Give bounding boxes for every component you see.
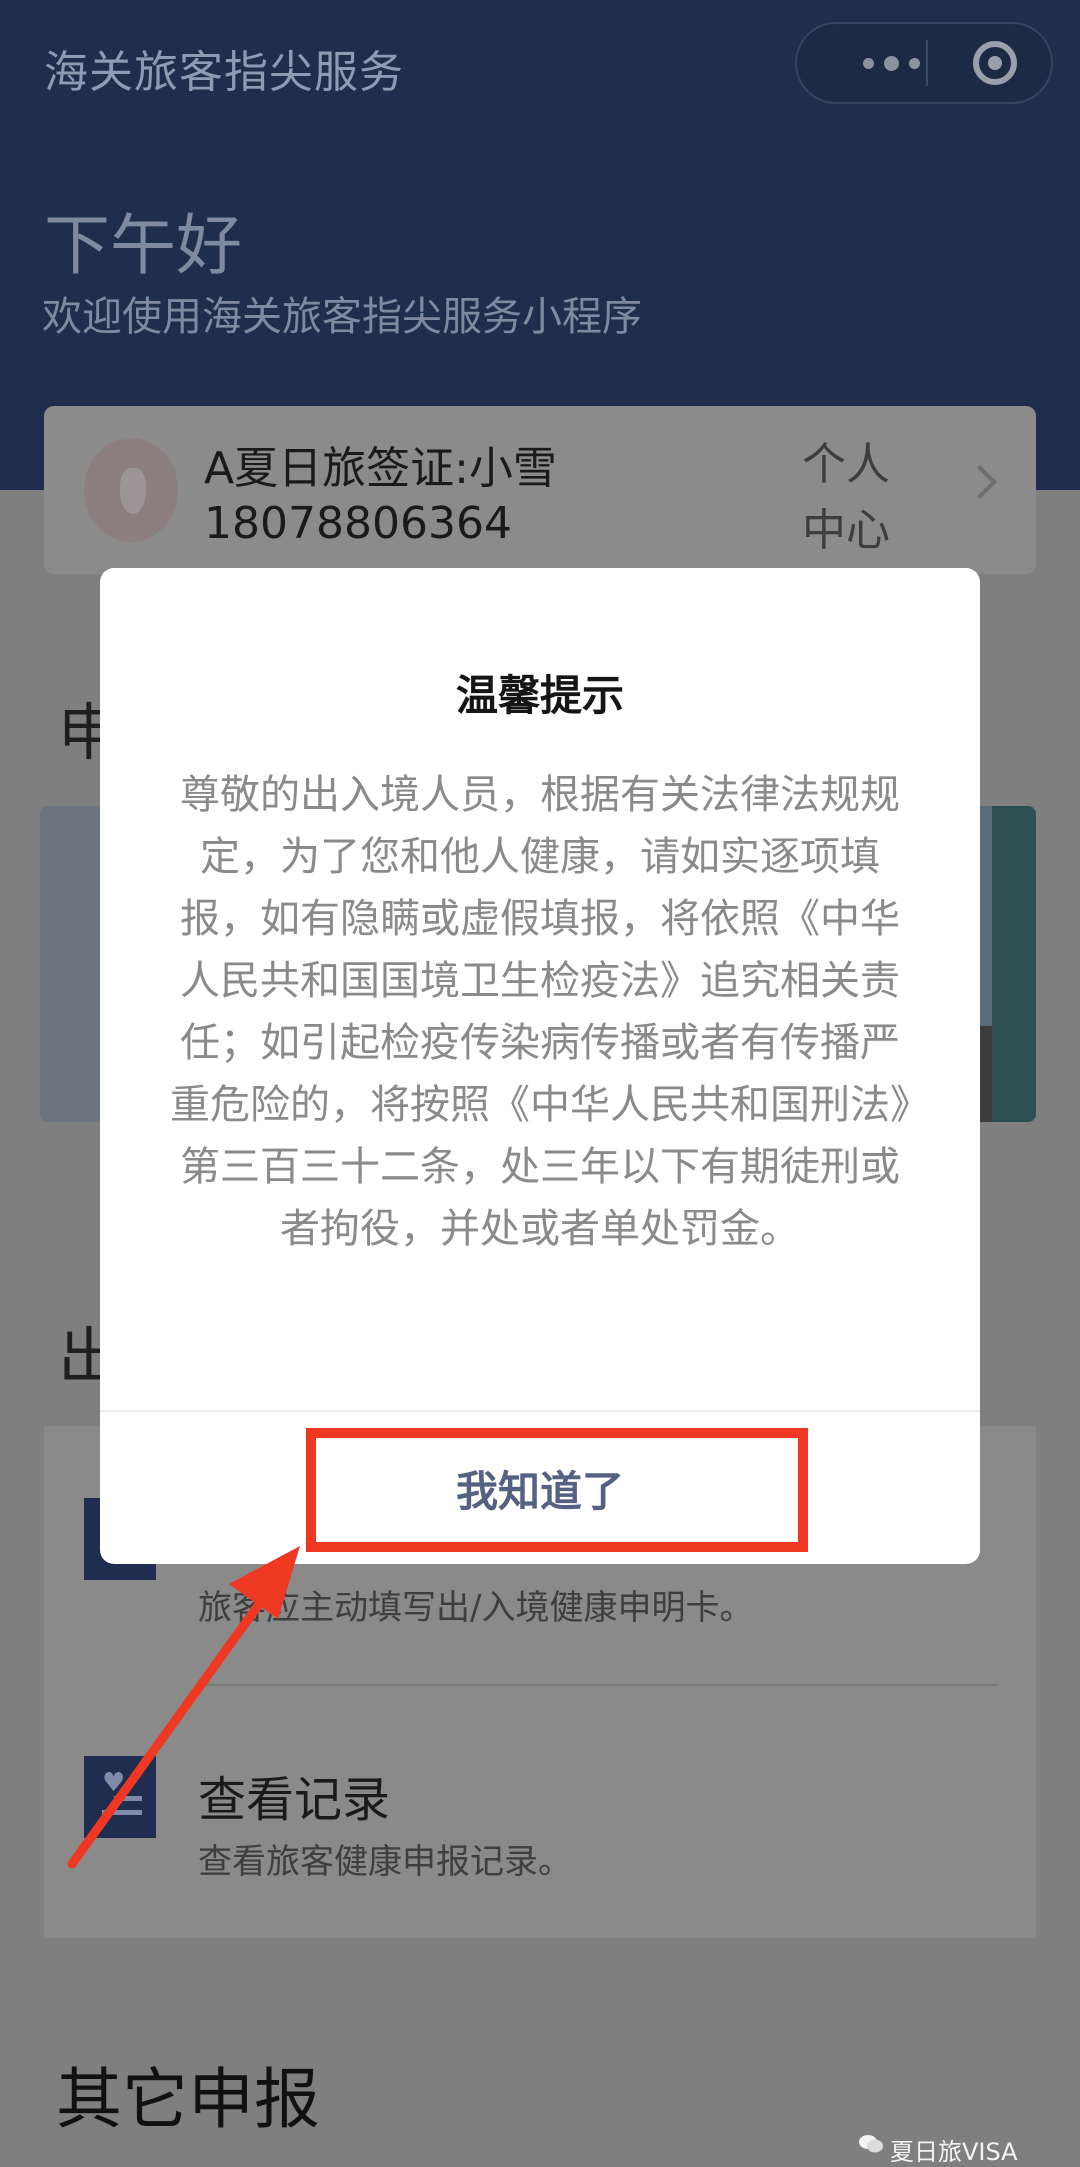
capsule-divider <box>926 40 928 86</box>
user-name: A夏日旅签证:小雪 <box>204 443 557 494</box>
dialog-message: 尊敬的出入境人员，根据有关法律法规规定，为了您和他人健康，请如实逐项填报，如有隐… <box>170 772 910 1252</box>
notice-dialog: 温馨提示 尊敬的出入境人员，根据有关法律法规规定，为了您和他人健康，请如实逐项填… <box>100 568 980 1564</box>
dialog-title: 温馨提示 <box>455 671 624 720</box>
watermark-text: 夏日旅VISA <box>890 2138 1018 2166</box>
section-title-other-declarations: 其它申报 <box>56 2061 320 2138</box>
highlight-box <box>306 1428 808 1552</box>
greeting-text: 下午好 <box>44 207 242 284</box>
record-list-icon: ♥ <box>84 1756 156 1838</box>
user-phone: 18078806364 <box>204 498 512 549</box>
close-target-icon[interactable] <box>973 41 1017 85</box>
list-divider <box>198 1684 998 1686</box>
avatar <box>84 438 178 542</box>
personal-center-link[interactable]: 个人中心 <box>802 432 912 564</box>
capsule-menu <box>795 22 1053 104</box>
list-item-description: 旅客应主动填写出/入境健康申明卡。 <box>198 1588 754 1628</box>
more-icon[interactable] <box>831 24 951 102</box>
welcome-text: 欢迎使用海关旅客指尖服务小程序 <box>42 294 642 340</box>
mini-program-title: 海关旅客指尖服务 <box>44 47 404 98</box>
view-records-item[interactable]: 查看记录 <box>198 1760 390 1830</box>
list-item-description: 查看旅客健康申报记录。 <box>198 1842 572 1882</box>
wechat-icon <box>859 2135 883 2153</box>
